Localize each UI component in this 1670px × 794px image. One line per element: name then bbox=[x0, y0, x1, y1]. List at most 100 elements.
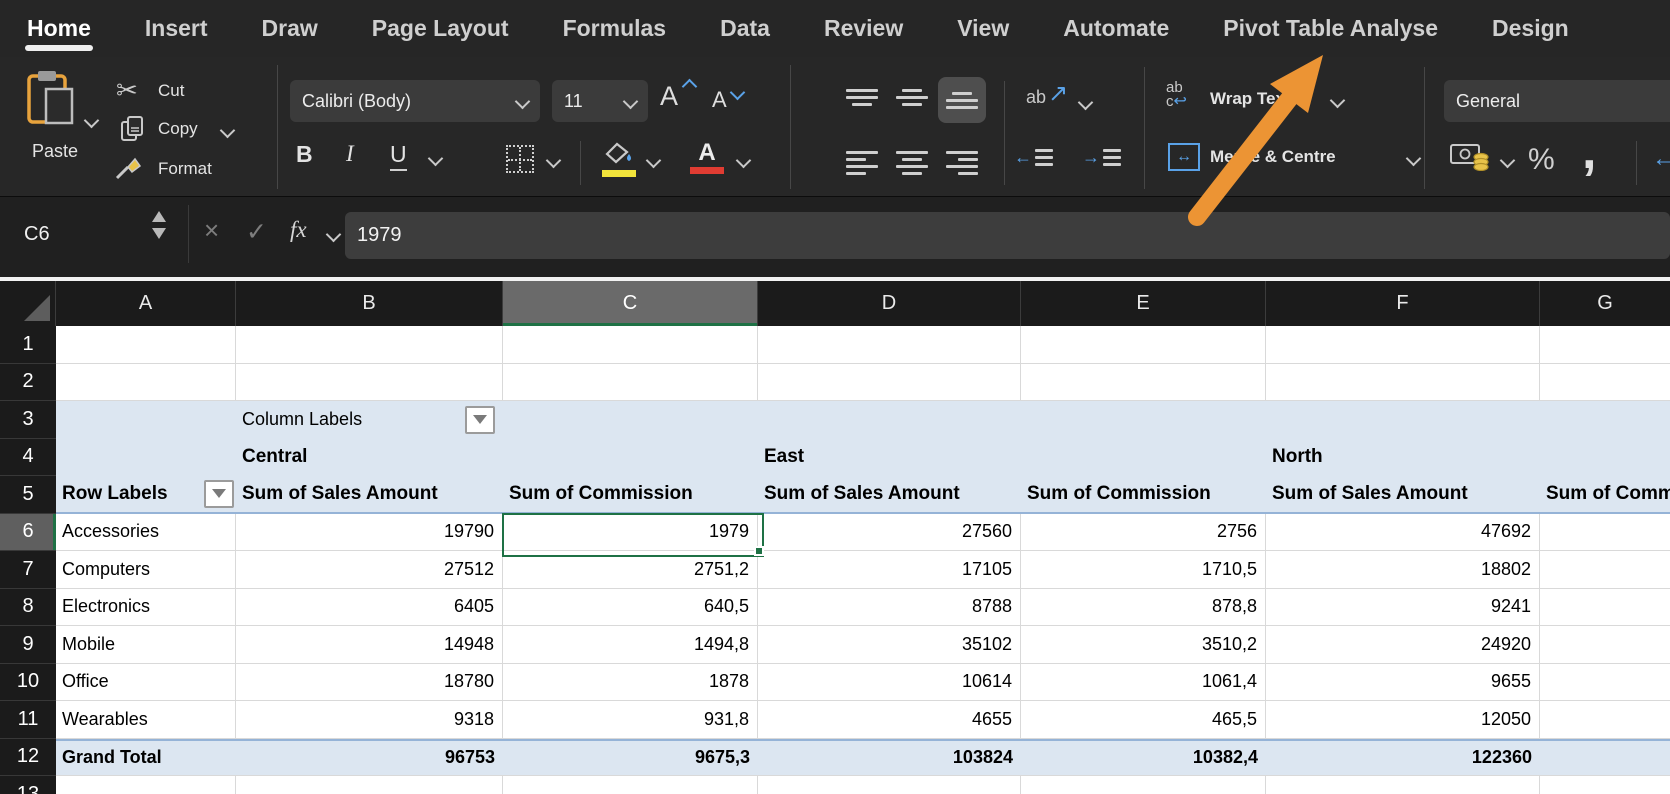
cell-g13[interactable] bbox=[1540, 776, 1670, 794]
cell-f1[interactable] bbox=[1266, 326, 1540, 364]
cell-e1[interactable] bbox=[1021, 326, 1266, 364]
col-header-b[interactable]: B bbox=[236, 281, 503, 326]
cell-a4[interactable] bbox=[56, 439, 236, 477]
cell-b12[interactable]: 96753 bbox=[236, 739, 503, 777]
fx-chevron[interactable] bbox=[326, 227, 342, 243]
cell-d10[interactable]: 10614 bbox=[758, 664, 1021, 702]
cell-d13[interactable] bbox=[758, 776, 1021, 794]
cell-c9[interactable]: 1494,8 bbox=[503, 626, 758, 664]
tab-design[interactable]: Design bbox=[1492, 15, 1569, 42]
row-labels-filter-button[interactable] bbox=[204, 480, 234, 508]
cell-c1[interactable] bbox=[503, 326, 758, 364]
font-color-chevron[interactable] bbox=[736, 153, 752, 169]
cell-g7[interactable] bbox=[1540, 551, 1670, 589]
cell-d2[interactable] bbox=[758, 364, 1021, 402]
cell-a6[interactable]: Accessories bbox=[56, 514, 236, 552]
name-box-spinner[interactable] bbox=[152, 211, 166, 239]
row-header-7[interactable]: 7 bbox=[0, 551, 56, 589]
cell-b3[interactable]: Column Labels bbox=[236, 401, 503, 439]
col-header-g[interactable]: G bbox=[1540, 281, 1670, 326]
cell-c7[interactable]: 2751,2 bbox=[503, 551, 758, 589]
cell-c6[interactable]: 1979 bbox=[503, 514, 758, 552]
cell-e9[interactable]: 3510,2 bbox=[1021, 626, 1266, 664]
tab-view[interactable]: View bbox=[957, 15, 1009, 42]
cell-e10[interactable]: 1061,4 bbox=[1021, 664, 1266, 702]
tab-formulas[interactable]: Formulas bbox=[563, 15, 667, 42]
cell-e12[interactable]: 10382,4 bbox=[1021, 739, 1266, 777]
cell-e8[interactable]: 878,8 bbox=[1021, 589, 1266, 627]
tab-draw[interactable]: Draw bbox=[262, 15, 318, 42]
cell-a2[interactable] bbox=[56, 364, 236, 402]
align-right-button[interactable] bbox=[946, 149, 978, 177]
cell-g2[interactable] bbox=[1540, 364, 1670, 402]
copy-dropdown-chevron[interactable] bbox=[220, 123, 236, 139]
cell-g10[interactable] bbox=[1540, 664, 1670, 702]
cell-c10[interactable]: 1878 bbox=[503, 664, 758, 702]
percent-style-button[interactable]: % bbox=[1528, 143, 1555, 177]
cell-a11[interactable]: Wearables bbox=[56, 701, 236, 739]
cell-b11[interactable]: 9318 bbox=[236, 701, 503, 739]
font-name-combo[interactable]: Calibri (Body) bbox=[290, 80, 540, 122]
cell-d1[interactable] bbox=[758, 326, 1021, 364]
wrap-text-button[interactable]: ab c↩ Wrap Text bbox=[1166, 81, 1200, 109]
row-header-8[interactable]: 8 bbox=[0, 589, 56, 627]
row-header-3[interactable]: 3 bbox=[0, 401, 56, 439]
paste-dropdown-chevron[interactable] bbox=[84, 113, 100, 129]
cell-f9[interactable]: 24920 bbox=[1266, 626, 1540, 664]
tab-review[interactable]: Review bbox=[824, 15, 903, 42]
shrink-font-button[interactable]: A bbox=[712, 87, 727, 113]
font-color-button[interactable]: A bbox=[690, 139, 724, 174]
cut-button[interactable]: ✂ Cut bbox=[116, 75, 138, 106]
cell-g12[interactable] bbox=[1540, 739, 1670, 777]
cell-a10[interactable]: Office bbox=[56, 664, 236, 702]
cell-a8[interactable]: Electronics bbox=[56, 589, 236, 627]
align-middle-button[interactable] bbox=[896, 87, 928, 108]
cell-c11[interactable]: 931,8 bbox=[503, 701, 758, 739]
cell-b5[interactable]: Sum of Sales Amount bbox=[236, 476, 503, 514]
fill-color-chevron[interactable] bbox=[646, 153, 662, 169]
bold-button[interactable]: B bbox=[296, 141, 313, 168]
paste-button[interactable]: Paste bbox=[24, 69, 104, 165]
decrease-decimal-icon[interactable]: ← bbox=[1652, 145, 1670, 173]
fill-handle[interactable] bbox=[754, 546, 764, 556]
col-header-e[interactable]: E bbox=[1021, 281, 1266, 326]
cell-b8[interactable]: 6405 bbox=[236, 589, 503, 627]
cell-f2[interactable] bbox=[1266, 364, 1540, 402]
tab-automate[interactable]: Automate bbox=[1063, 15, 1169, 42]
cell-c12[interactable]: 9675,3 bbox=[503, 739, 758, 777]
decrease-indent-button[interactable]: ← bbox=[1014, 147, 1053, 168]
col-header-c[interactable]: C bbox=[503, 281, 758, 326]
align-center-button[interactable] bbox=[896, 149, 928, 177]
tab-insert[interactable]: Insert bbox=[145, 15, 208, 42]
row-header-13[interactable]: 13 bbox=[0, 776, 56, 794]
cell-e6[interactable]: 2756 bbox=[1021, 514, 1266, 552]
cell-a5[interactable]: Row Labels bbox=[56, 476, 236, 514]
row-header-12[interactable]: 12 bbox=[0, 739, 56, 777]
align-bottom-button[interactable] bbox=[938, 77, 986, 123]
cell-g6[interactable] bbox=[1540, 514, 1670, 552]
cell-e7[interactable]: 1710,5 bbox=[1021, 551, 1266, 589]
cell-d4[interactable]: East bbox=[758, 439, 1021, 477]
tab-page-layout[interactable]: Page Layout bbox=[372, 15, 509, 42]
borders-chevron[interactable] bbox=[546, 153, 562, 169]
row-header-1[interactable]: 1 bbox=[0, 326, 56, 364]
align-top-button[interactable] bbox=[846, 87, 878, 108]
cell-b13[interactable] bbox=[236, 776, 503, 794]
tab-home[interactable]: Home bbox=[27, 15, 91, 42]
cell-a3[interactable] bbox=[56, 401, 236, 439]
format-button[interactable]: Format bbox=[114, 155, 142, 186]
cell-d11[interactable]: 4655 bbox=[758, 701, 1021, 739]
cell-g8[interactable] bbox=[1540, 589, 1670, 627]
cell-e5[interactable]: Sum of Commission bbox=[1021, 476, 1266, 514]
cell-f3[interactable] bbox=[1266, 401, 1540, 439]
number-format-combo[interactable]: General bbox=[1444, 80, 1670, 122]
formula-input[interactable]: 1979 bbox=[345, 212, 1670, 259]
cell-e2[interactable] bbox=[1021, 364, 1266, 402]
cancel-icon[interactable]: × bbox=[204, 215, 219, 246]
increase-indent-button[interactable]: → bbox=[1082, 147, 1121, 168]
cell-a1[interactable] bbox=[56, 326, 236, 364]
cell-d6[interactable]: 27560 bbox=[758, 514, 1021, 552]
cell-e3[interactable] bbox=[1021, 401, 1266, 439]
cell-f8[interactable]: 9241 bbox=[1266, 589, 1540, 627]
borders-icon[interactable] bbox=[506, 145, 534, 173]
